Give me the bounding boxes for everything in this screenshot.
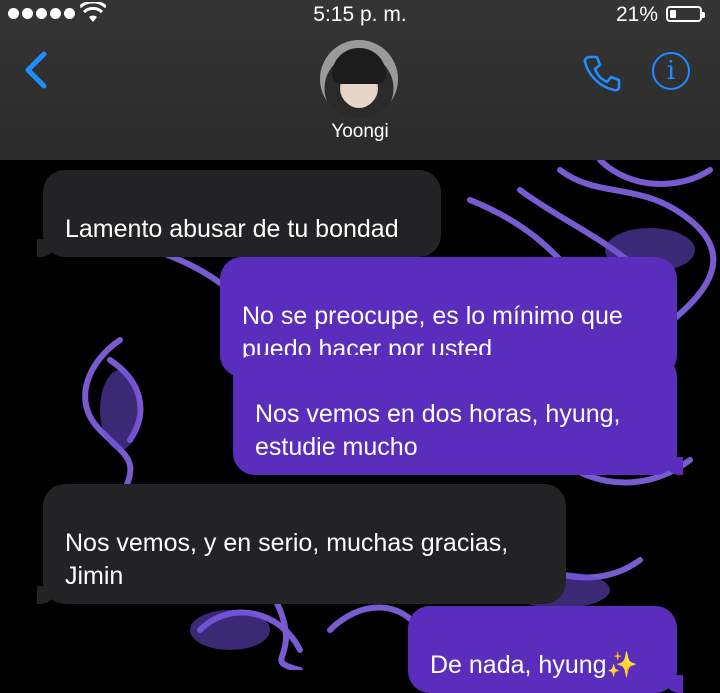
info-icon[interactable]: i [652, 52, 690, 90]
conversation-header: 5:15 p. m. 21% Yoongi i [0, 0, 720, 160]
battery-percentage: 21% [615, 3, 658, 26]
message-bubble-outgoing: Nos vemos en dos horas, hyung, estudie m… [233, 355, 683, 475]
battery-icon [666, 6, 705, 22]
message-text: Nos vemos, y en serio, muchas gracias, J… [65, 529, 509, 590]
status-bar: 5:15 p. m. 21% [0, 0, 720, 30]
phone-icon[interactable] [582, 53, 622, 93]
message-bubble-incoming: Nos vemos, y en serio, muchas gracias, J… [37, 484, 566, 604]
message-text: No se preocupe, es lo mínimo que puedo h… [242, 302, 623, 363]
message-bubble-incoming: Lamento abusar de tu bondad [37, 170, 441, 257]
message-text: De nada, hyung✨ [430, 651, 638, 679]
status-time: 5:15 p. m. [313, 3, 407, 26]
message-bubble-outgoing: De nada, hyung✨ [408, 606, 683, 693]
contact-avatar[interactable] [320, 40, 398, 118]
back-chevron-icon[interactable] [22, 50, 50, 90]
message-text: Lamento abusar de tu bondad [65, 215, 399, 243]
contact-name[interactable]: Yoongi [0, 121, 720, 143]
message-text: Nos vemos en dos horas, hyung, estudie m… [255, 400, 621, 461]
